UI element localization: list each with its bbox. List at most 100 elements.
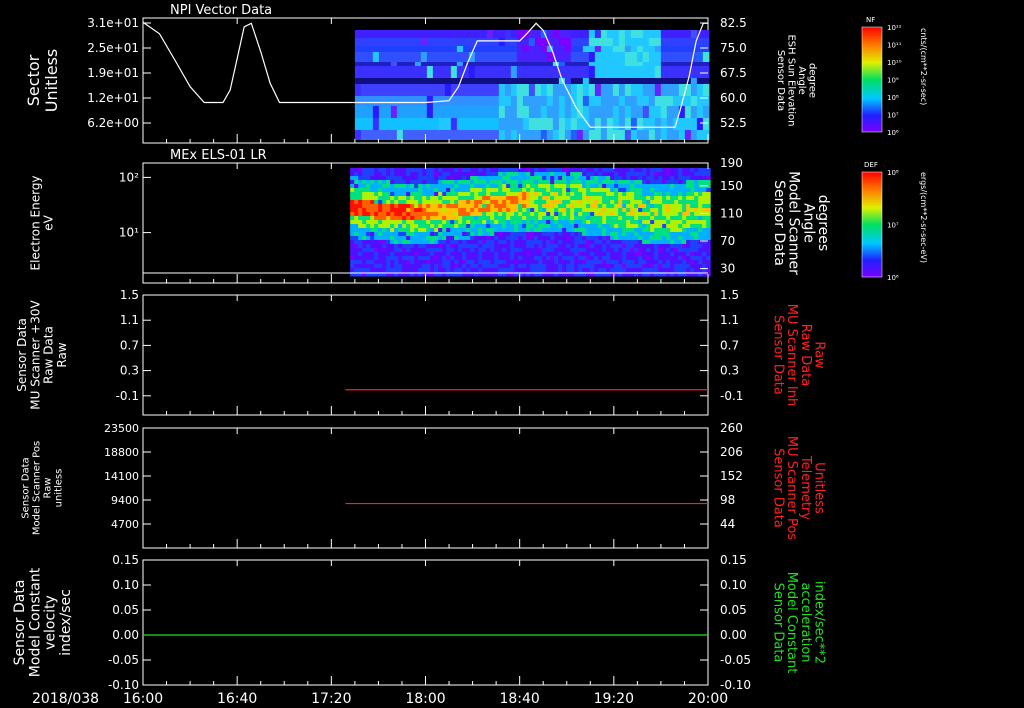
panel-1-y2label: Angle [796,66,807,94]
heatmap-cell [462,220,467,225]
heatmap-cell [374,244,379,249]
heatmap-cell [570,46,578,52]
heatmap-cell [588,96,596,106]
heatmap-cell [542,248,547,253]
heatmap-cell [382,260,387,265]
heatmap-cell [418,248,423,253]
heatmap-cell [534,248,539,253]
heatmap-cell [394,172,399,177]
heatmap-cell [442,216,447,221]
heatmap-cell [430,240,435,245]
heatmap-cell [600,46,608,52]
heatmap-cell [526,176,531,181]
heatmap-cell [470,216,475,221]
heatmap-cell [638,208,643,213]
heatmap-cell [458,208,463,213]
heatmap-cell [514,236,519,241]
heatmap-cell [470,224,475,229]
heatmap-cell [478,212,483,217]
heatmap-cell [582,260,587,265]
panel-4-y2tick-label: 44 [720,517,735,531]
heatmap-cell [426,180,431,185]
heatmap-cell [678,264,683,269]
heatmap-cell [590,228,595,233]
heatmap-cell [610,244,615,249]
heatmap-cell [366,184,371,189]
heatmap-cell [614,264,619,269]
heatmap-cell [702,38,710,46]
heatmap-cell [526,196,531,201]
heatmap-cell [370,208,375,213]
heatmap-cell [690,184,695,189]
heatmap-cell [630,84,638,96]
heatmap-cell [522,212,527,217]
panel-5-y2tick-label: -0.05 [720,653,751,667]
heatmap-cell [658,196,663,201]
heatmap-cell [574,176,579,181]
heatmap-cell [486,78,494,84]
heatmap-cell [602,200,607,205]
heatmap-cell [480,52,488,62]
heatmap-cell [370,224,375,229]
heatmap-cell [682,168,687,173]
heatmap-cell [706,232,711,237]
x-tick-label: 18:40 [499,691,539,707]
heatmap-cell [660,78,668,84]
heatmap-cell [474,252,479,257]
heatmap-cell [630,200,635,205]
heatmap-cell [498,220,503,225]
heatmap-cell [528,52,536,62]
heatmap-cell [482,236,487,241]
heatmap-cell [434,176,439,181]
heatmap-cell [354,118,362,130]
heatmap-cell [470,172,475,177]
heatmap-cell [654,196,659,201]
heatmap-cell [606,244,611,249]
heatmap-cell [378,196,383,201]
heatmap-cell [622,240,627,245]
heatmap-cell [406,200,411,205]
heatmap-cell [666,106,674,118]
heatmap-cell [502,244,507,249]
heatmap-cell [390,188,395,193]
heatmap-cell [394,212,399,217]
heatmap-cell [518,176,523,181]
heatmap-cell [430,228,435,233]
heatmap-cell [370,232,375,237]
heatmap-cell [654,192,659,197]
heatmap-cell [374,216,379,221]
heatmap-cell [554,248,559,253]
heatmap-cell [414,264,419,269]
heatmap-cell [402,172,407,177]
heatmap-cell [530,264,535,269]
heatmap-cell [354,208,359,213]
heatmap-cell [378,264,383,269]
heatmap-cell [554,264,559,269]
heatmap-cell [576,96,584,106]
heatmap-cell [610,184,615,189]
heatmap-cell [666,260,671,265]
heatmap-cell [658,244,663,249]
heatmap-cell [702,244,707,249]
heatmap-cell [486,268,491,273]
heatmap-cell [650,220,655,225]
heatmap-cell [516,84,524,96]
heatmap-cell [670,268,675,273]
heatmap-cell [350,180,355,185]
heatmap-cell [654,78,662,84]
heatmap-cell [414,256,419,261]
heatmap-cell [530,240,535,245]
heatmap-cell [546,256,551,261]
heatmap-cell [558,188,563,193]
heatmap-cell [394,180,399,185]
heatmap-cell [650,172,655,177]
heatmap-cell [570,188,575,193]
heatmap-cell [642,52,650,62]
heatmap-cell [378,200,383,205]
heatmap-cell [354,188,359,193]
heatmap-cell [462,208,467,213]
heatmap-cell [510,236,515,241]
heatmap-cell [678,188,683,193]
heatmap-cell [360,84,368,96]
heatmap-cell [510,38,518,46]
